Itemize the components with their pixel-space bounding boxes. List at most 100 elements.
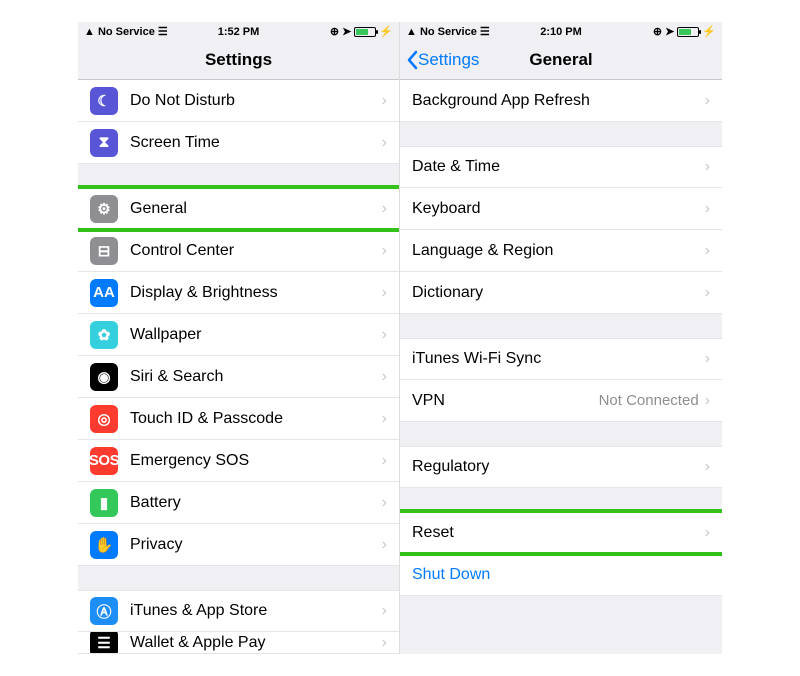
chevron-right-icon: › xyxy=(382,494,387,512)
row-control-center[interactable]: ⊟ Control Center › xyxy=(78,230,399,272)
row-background-refresh[interactable]: Background App Refresh › xyxy=(400,80,722,122)
label: Battery xyxy=(130,494,382,512)
hand-icon: ✋ xyxy=(90,531,118,559)
chevron-right-icon: › xyxy=(705,200,710,218)
chevron-right-icon: › xyxy=(382,602,387,620)
chevron-right-icon: › xyxy=(382,452,387,470)
label: Siri & Search xyxy=(130,368,382,386)
label: General xyxy=(130,200,382,218)
label: Background App Refresh xyxy=(412,92,705,110)
appstore-icon: Ⓐ xyxy=(90,597,118,625)
label: Privacy xyxy=(130,536,382,554)
label: VPN xyxy=(412,392,599,410)
settings-screen: ▲ No Service ☰ 1:52 PM ⊕ ➤ ⚡ Settings ☾ … xyxy=(78,22,400,654)
section-gap xyxy=(400,314,722,338)
row-privacy[interactable]: ✋ Privacy › xyxy=(78,524,399,566)
section-gap xyxy=(78,164,399,188)
battery-row-icon: ▮ xyxy=(90,489,118,517)
section-gap xyxy=(400,596,722,620)
row-emergency-sos[interactable]: SOS Emergency SOS › xyxy=(78,440,399,482)
label: iTunes Wi-Fi Sync xyxy=(412,350,705,368)
page-title: Settings xyxy=(205,50,272,70)
chevron-right-icon: › xyxy=(705,92,710,110)
chevron-right-icon: › xyxy=(705,284,710,302)
chevron-right-icon: › xyxy=(382,368,387,386)
row-date-time[interactable]: Date & Time › xyxy=(400,146,722,188)
label: Touch ID & Passcode xyxy=(130,410,382,428)
row-itunes-wifi-sync[interactable]: iTunes Wi-Fi Sync › xyxy=(400,338,722,380)
fingerprint-icon: ◎ xyxy=(90,405,118,433)
label: Do Not Disturb xyxy=(130,92,382,110)
row-shut-down[interactable]: Shut Down xyxy=(400,554,722,596)
chevron-right-icon: › xyxy=(705,158,710,176)
label: Reset xyxy=(412,524,705,542)
moon-icon: ☾ xyxy=(90,87,118,115)
chevron-right-icon: › xyxy=(705,458,710,476)
chevron-right-icon: › xyxy=(382,200,387,218)
chevron-right-icon: › xyxy=(382,242,387,260)
row-general[interactable]: ⚙ General › xyxy=(78,188,399,230)
label: Regulatory xyxy=(412,458,705,476)
row-wallpaper[interactable]: ✿ Wallpaper › xyxy=(78,314,399,356)
chevron-right-icon: › xyxy=(705,242,710,260)
label: Wallpaper xyxy=(130,326,382,344)
status-bar: ▲ No Service ☰ 2:10 PM ⊕ ➤ ⚡ xyxy=(400,22,722,40)
sos-icon: SOS xyxy=(90,447,118,475)
chevron-right-icon: › xyxy=(382,284,387,302)
row-itunes-app-store[interactable]: Ⓐ iTunes & App Store › xyxy=(78,590,399,632)
battery-icon xyxy=(354,27,376,37)
chevron-right-icon: › xyxy=(705,392,710,410)
chevron-right-icon: › xyxy=(382,92,387,110)
nav-bar: Settings General xyxy=(400,40,722,80)
row-display-brightness[interactable]: AA Display & Brightness › xyxy=(78,272,399,314)
chevron-left-icon xyxy=(406,50,418,70)
status-time: 1:52 PM xyxy=(78,26,399,38)
section-gap xyxy=(400,122,722,146)
section-gap xyxy=(400,488,722,512)
row-battery[interactable]: ▮ Battery › xyxy=(78,482,399,524)
label: Language & Region xyxy=(412,242,705,260)
label: Keyboard xyxy=(412,200,705,218)
chevron-right-icon: › xyxy=(705,524,710,542)
label: Screen Time xyxy=(130,134,382,152)
label: Display & Brightness xyxy=(130,284,382,302)
row-do-not-disturb[interactable]: ☾ Do Not Disturb › xyxy=(78,80,399,122)
chevron-right-icon: › xyxy=(705,350,710,368)
back-label: Settings xyxy=(418,50,479,70)
section-gap xyxy=(78,566,399,590)
chevron-right-icon: › xyxy=(382,536,387,554)
row-keyboard[interactable]: Keyboard › xyxy=(400,188,722,230)
hourglass-icon: ⧗ xyxy=(90,129,118,157)
page-title: General xyxy=(529,50,592,70)
row-reset[interactable]: Reset › xyxy=(400,512,722,554)
general-screen: ▲ No Service ☰ 2:10 PM ⊕ ➤ ⚡ Settings Ge… xyxy=(400,22,722,654)
label: Wallet & Apple Pay xyxy=(130,634,382,652)
label: Control Center xyxy=(130,242,382,260)
section-gap xyxy=(400,422,722,446)
row-wallet[interactable]: ☰ Wallet & Apple Pay › xyxy=(78,632,399,654)
row-regulatory[interactable]: Regulatory › xyxy=(400,446,722,488)
row-language-region[interactable]: Language & Region › xyxy=(400,230,722,272)
text-size-icon: AA xyxy=(90,279,118,307)
chevron-right-icon: › xyxy=(382,634,387,652)
back-button[interactable]: Settings xyxy=(406,50,479,70)
label: Emergency SOS xyxy=(130,452,382,470)
siri-icon: ◉ xyxy=(90,363,118,391)
row-vpn[interactable]: VPN Not Connected › xyxy=(400,380,722,422)
gear-icon: ⚙ xyxy=(90,195,118,223)
row-screen-time[interactable]: ⧗ Screen Time › xyxy=(78,122,399,164)
status-time: 2:10 PM xyxy=(400,26,722,38)
wallet-icon: ☰ xyxy=(90,632,118,654)
nav-bar: Settings xyxy=(78,40,399,80)
chevron-right-icon: › xyxy=(382,134,387,152)
label: Date & Time xyxy=(412,158,705,176)
label: iTunes & App Store xyxy=(130,602,382,620)
status-bar: ▲ No Service ☰ 1:52 PM ⊕ ➤ ⚡ xyxy=(78,22,399,40)
flower-icon: ✿ xyxy=(90,321,118,349)
label: Dictionary xyxy=(412,284,705,302)
row-touch-id[interactable]: ◎ Touch ID & Passcode › xyxy=(78,398,399,440)
label: Shut Down xyxy=(412,566,710,584)
row-dictionary[interactable]: Dictionary › xyxy=(400,272,722,314)
row-siri-search[interactable]: ◉ Siri & Search › xyxy=(78,356,399,398)
detail-text: Not Connected xyxy=(599,392,699,409)
